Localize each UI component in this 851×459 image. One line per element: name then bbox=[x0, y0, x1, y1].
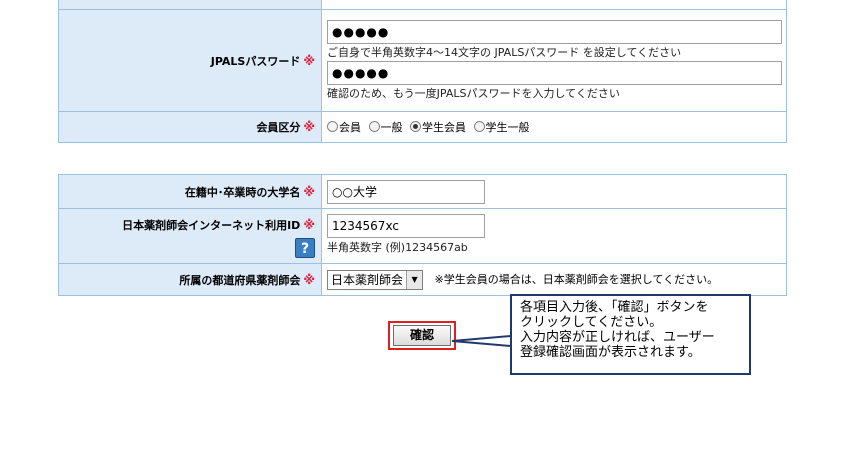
instruction-callout: 各項目入力後、「確認」ボタンを クリックしてください。 入力内容が正しければ、ユ… bbox=[510, 294, 751, 375]
callout-line: クリックしてください。 bbox=[520, 315, 663, 330]
callout-line: 登録確認画面が表示されます。 bbox=[520, 345, 701, 360]
callout-line: 各項目入力後、「確認」ボタンを bbox=[520, 300, 709, 315]
callout-pointer bbox=[451, 334, 512, 348]
callout-line: 入力内容が正しければ、ユーザー bbox=[520, 330, 715, 345]
